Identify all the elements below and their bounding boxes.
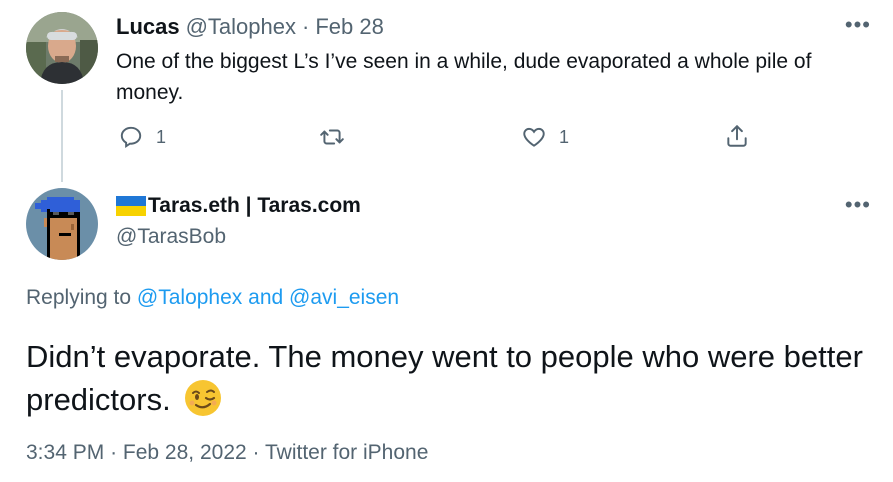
heart-icon <box>521 124 547 150</box>
tweet-body: Didn’t evaporate. The money went to peop… <box>26 339 863 417</box>
separator: · <box>302 14 310 39</box>
reply-icon <box>118 124 144 150</box>
author-handle[interactable]: @TarasBob <box>116 225 226 249</box>
tweet-meta: 3:34 PM · Feb 28, 2022 · Twitter for iPh… <box>26 441 428 465</box>
mention-link[interactable]: @avi_eisen <box>289 286 399 309</box>
reply-button[interactable]: 1 <box>118 124 166 150</box>
main-tweet-text: Didn’t evaporate. The money went to peop… <box>26 336 876 429</box>
tweet-date[interactable]: Feb 28 <box>315 14 384 40</box>
mention-conjunction[interactable]: and <box>248 286 283 309</box>
avatar[interactable] <box>26 188 98 260</box>
retweet-button[interactable] <box>318 124 346 150</box>
more-dots-icon[interactable]: ••• <box>845 192 871 218</box>
retweet-icon <box>318 124 346 150</box>
reply-tweet-text: One of the biggest L’s I’ve seen in a wh… <box>116 50 812 104</box>
winking-face-icon <box>183 378 223 429</box>
tweet-full-date[interactable]: Feb 28, 2022 <box>123 441 247 464</box>
tweet-time[interactable]: 3:34 PM <box>26 441 104 464</box>
author-name[interactable]: Taras.eth | Taras.com <box>148 194 361 218</box>
share-icon <box>724 122 750 150</box>
main-tweet-header: Taras.eth | Taras.com <box>116 194 361 218</box>
tweet-actions: 1 1 <box>0 122 893 156</box>
separator: · <box>252 441 260 464</box>
share-button[interactable] <box>724 122 750 150</box>
mention-link[interactable]: @Talophex <box>137 286 242 309</box>
avatar[interactable] <box>26 12 98 84</box>
like-count: 1 <box>559 126 570 147</box>
separator: · <box>110 441 118 464</box>
reply-count: 1 <box>156 126 167 147</box>
replying-prefix: Replying to <box>26 286 132 309</box>
author-handle[interactable]: @Talophex <box>186 14 296 40</box>
ukraine-flag-icon <box>116 196 146 216</box>
author-name[interactable]: Lucas <box>116 14 180 40</box>
like-button[interactable]: 1 <box>521 124 569 150</box>
reply-tweet-header: Lucas @Talophex · Feb 28 <box>116 14 384 40</box>
replying-to: Replying to @Talophex and @avi_eisen <box>26 286 399 310</box>
tweet-source[interactable]: Twitter for iPhone <box>265 441 428 464</box>
more-dots-icon[interactable]: ••• <box>845 12 871 38</box>
